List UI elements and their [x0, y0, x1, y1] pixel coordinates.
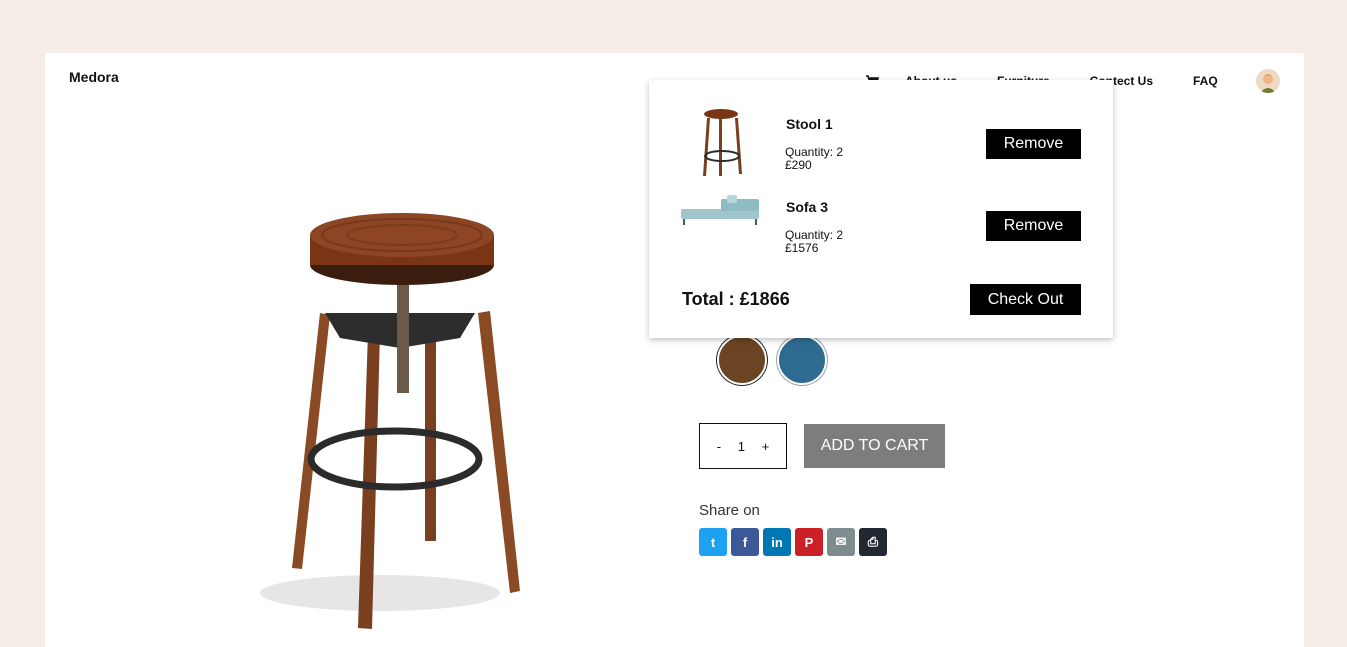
linkedin-icon[interactable]: in — [763, 528, 791, 556]
share-label: Share on — [699, 502, 760, 519]
brand-logo[interactable]: Medora — [69, 69, 119, 85]
pinterest-icon[interactable]: P — [795, 528, 823, 556]
quantity-increment-button[interactable]: + — [762, 439, 770, 454]
cart-total: Total : £1866 — [682, 289, 790, 309]
color-swatches — [717, 335, 827, 385]
quantity-value[interactable]: 1 — [738, 439, 745, 454]
cart-item-sofa: Sofa 3 Quantity: 2 £1576 Remove — [649, 163, 1113, 255]
quantity-stepper: - 1 + — [699, 423, 787, 469]
checkout-button[interactable]: Check Out — [970, 284, 1081, 315]
twitter-icon[interactable]: t — [699, 528, 727, 556]
cart-dropdown: Stool 1 Quantity: 2 £290 Remove Sofa 3 Q… — [649, 80, 1113, 338]
remove-button[interactable]: Remove — [986, 211, 1081, 241]
nav-faq[interactable]: FAQ — [1193, 74, 1218, 88]
cart-item-stool: Stool 1 Quantity: 2 £290 Remove — [649, 80, 1113, 176]
quantity-decrement-button[interactable]: - — [717, 439, 721, 454]
cart-item-name: Stool 1 — [786, 116, 833, 132]
cart-item-price: £1576 — [785, 241, 819, 255]
cart-item-name: Sofa 3 — [786, 199, 829, 215]
print-icon[interactable]: ⎙ — [859, 528, 887, 556]
sofa-thumbnail — [681, 195, 759, 225]
email-icon[interactable]: ✉ — [827, 528, 855, 556]
avatar[interactable] — [1255, 69, 1280, 93]
product-image — [260, 213, 520, 629]
cart-item-quantity: Quantity: 2 £1576 — [785, 229, 843, 255]
add-to-cart-button[interactable]: ADD TO CART — [804, 424, 945, 468]
facebook-icon[interactable]: f — [731, 528, 759, 556]
swatch-brown[interactable] — [717, 335, 767, 385]
swatch-blue[interactable] — [777, 335, 827, 385]
share-buttons: t f in P ✉ ⎙ — [699, 528, 887, 556]
remove-button[interactable]: Remove — [986, 129, 1081, 159]
